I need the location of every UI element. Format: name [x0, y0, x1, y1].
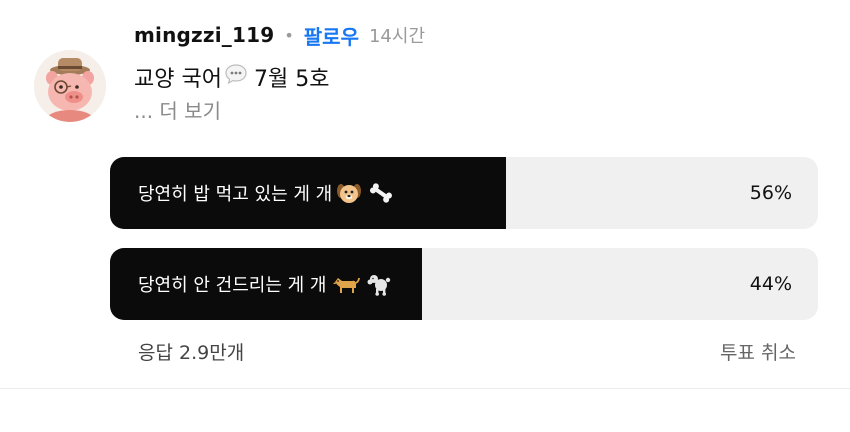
post-header: mingzzi_119 • 팔로우 14시간	[134, 20, 425, 50]
poll-option-1-percent: 56%	[749, 182, 792, 204]
cancel-vote-button[interactable]: 투표 취소	[720, 338, 796, 365]
separator-dot: •	[284, 25, 294, 45]
divider	[0, 388, 850, 389]
post-text-part2: 7월 5호	[253, 67, 330, 92]
bone-icon	[370, 183, 393, 203]
follow-button[interactable]: 팔로우	[304, 21, 359, 50]
post-text-part1: 교양 국어	[134, 67, 222, 92]
poll-option-2-label-wrap: 당연히 안 건드리는 게 개	[138, 248, 391, 320]
timestamp: 14시간	[368, 26, 426, 47]
speech-bubble-icon	[224, 63, 248, 91]
response-count: 응답 2.9만개	[138, 342, 245, 364]
poll-option-2[interactable]: 당연히 안 건드리는 게 개 44%	[110, 248, 818, 320]
username[interactable]: mingzzi_119	[134, 23, 274, 47]
poll-option-1-label-wrap: 당연히 밥 먹고 있는 게 개	[138, 157, 396, 229]
avatar[interactable]	[34, 50, 106, 122]
poll-option-2-label: 당연히 안 건드리는 게 개	[138, 275, 327, 296]
poll-option-1-label: 당연히 밥 먹고 있는 게 개	[138, 184, 333, 205]
poll-option-2-percent: 44%	[749, 273, 792, 295]
post-text: 교양 국어 7월 5호	[134, 62, 329, 92]
poll-option-1[interactable]: 당연히 밥 먹고 있는 게 개 56%	[110, 157, 818, 229]
dog-icon	[332, 277, 360, 293]
dog-face-icon	[337, 184, 362, 203]
pig-avatar-icon	[34, 50, 106, 122]
poodle-icon	[367, 275, 390, 296]
see-more-link[interactable]: ... 더 보기	[134, 95, 221, 124]
